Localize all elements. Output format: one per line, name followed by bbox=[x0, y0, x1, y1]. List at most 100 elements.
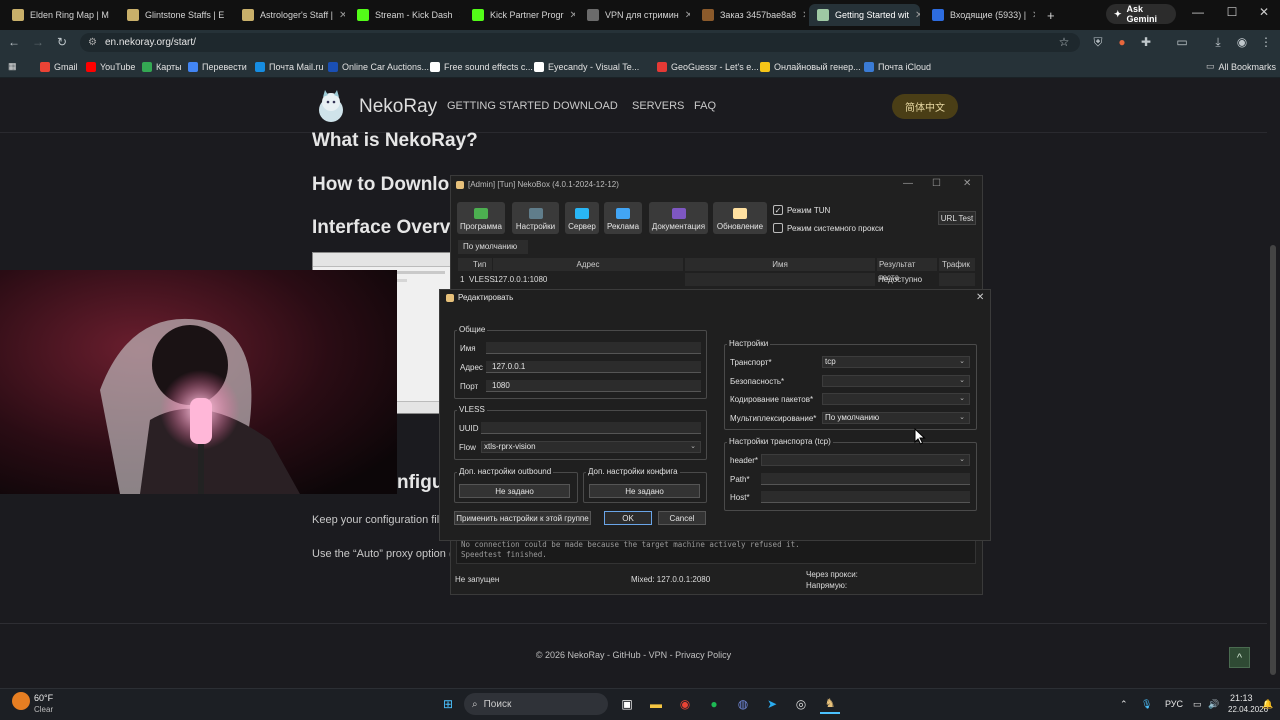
browser-tab[interactable]: Kick Partner Progr ✕ bbox=[464, 4, 575, 26]
tab-close-icon[interactable]: ✕ bbox=[459, 10, 460, 21]
input-language[interactable]: РУС bbox=[1165, 699, 1183, 709]
maximize-window-button[interactable]: ☐ bbox=[1222, 5, 1242, 19]
taskbar-search[interactable]: ⌕ Поиск bbox=[464, 693, 608, 715]
config-settings-button[interactable]: Не задано bbox=[589, 484, 700, 498]
obs-icon[interactable]: ◎ bbox=[791, 694, 811, 714]
column-address[interactable]: Адрес bbox=[493, 258, 683, 271]
nekoray-logo[interactable] bbox=[316, 88, 346, 124]
volume-icon[interactable]: 🔊 bbox=[1208, 699, 1219, 710]
flow-select[interactable]: xtls-rprx-vision ⌄ bbox=[481, 441, 701, 453]
log-output[interactable]: No connection could be made because the … bbox=[456, 537, 976, 564]
bookmark-item[interactable]: Почта iCloud bbox=[864, 60, 931, 73]
nav-faq[interactable]: FAQ bbox=[694, 100, 716, 112]
scrollbar-thumb[interactable] bbox=[1270, 245, 1276, 675]
ask-gemini-button[interactable]: ✦ Ask Gemini bbox=[1106, 4, 1176, 24]
nekobox-toolbar-button[interactable]: Настройки bbox=[512, 202, 559, 234]
clock-time[interactable]: 21:13 bbox=[1230, 693, 1253, 703]
bookmark-star-icon[interactable]: ☆ bbox=[1056, 35, 1072, 49]
bookmark-item[interactable]: YouTube bbox=[86, 60, 135, 73]
bookmark-item[interactable]: Онлайновый генер... bbox=[760, 60, 861, 73]
network-icon[interactable]: ▭ bbox=[1193, 699, 1202, 710]
discord-icon[interactable]: ◍ bbox=[733, 694, 753, 714]
nekobox-toolbar-button[interactable]: Программа bbox=[457, 202, 505, 234]
row-name[interactable] bbox=[685, 273, 875, 286]
site-name[interactable]: NekoRay bbox=[359, 96, 437, 118]
column-traffic[interactable]: Трафик bbox=[939, 258, 975, 271]
row-type[interactable]: VLESS bbox=[469, 273, 495, 286]
nekobox-taskbar-icon[interactable]: ♞ bbox=[820, 694, 840, 714]
name-input[interactable] bbox=[486, 342, 701, 354]
nekobox-toolbar-button[interactable]: Обновление bbox=[713, 202, 767, 234]
extension-shield-icon[interactable]: ⛨ bbox=[1090, 35, 1106, 50]
reload-icon[interactable]: ↻ bbox=[54, 35, 70, 49]
column-name[interactable]: Имя bbox=[685, 258, 875, 271]
tab-close-icon[interactable]: ✕ bbox=[570, 10, 575, 21]
site-info-icon[interactable]: ⚙ bbox=[88, 37, 97, 48]
file-explorer-icon[interactable]: ▬ bbox=[646, 694, 666, 714]
nekobox-close-button[interactable]: ✕ bbox=[963, 178, 971, 189]
tab-close-icon[interactable]: ✕ bbox=[1032, 10, 1035, 21]
weather-icon[interactable] bbox=[12, 692, 30, 710]
browser-tab[interactable]: Заказ 3457bae8a8 ✕ bbox=[694, 4, 805, 26]
new-tab-button[interactable]: + bbox=[1039, 4, 1061, 26]
spotify-icon[interactable]: ● bbox=[704, 694, 724, 714]
browser-tab[interactable]: VPN для стримин ✕ bbox=[579, 4, 690, 26]
header-select[interactable]: ⌄ bbox=[761, 454, 970, 466]
nekobox-toolbar-button[interactable]: Реклама bbox=[604, 202, 642, 234]
host-input[interactable] bbox=[761, 491, 970, 503]
weather-temperature[interactable]: 60°F bbox=[34, 693, 53, 703]
browser-tab[interactable]: Входящие (5933) | ✕ bbox=[924, 4, 1035, 26]
browser-tab[interactable]: Elden Ring Map | M✕ bbox=[4, 4, 115, 26]
port-input[interactable]: 1080 bbox=[486, 380, 701, 392]
footer-text[interactable]: © 2026 NekoRay - GitHub - VPN - Privacy … bbox=[0, 650, 1267, 660]
row-traffic[interactable] bbox=[939, 273, 975, 286]
bookmark-item[interactable]: Online Car Auctions... bbox=[328, 60, 429, 73]
bookmark-item[interactable]: Перевести bbox=[188, 60, 247, 73]
tray-overflow-icon[interactable]: ⌃ bbox=[1120, 699, 1128, 710]
nekobox-maximize-button[interactable]: ☐ bbox=[932, 178, 941, 189]
group-tab-default[interactable]: По умолчанию bbox=[458, 240, 528, 254]
tab-close-icon[interactable]: ✕ bbox=[915, 10, 920, 21]
system-proxy-checkbox[interactable]: Режим системного прокси bbox=[773, 223, 883, 233]
extensions-puzzle-icon[interactable]: ✚ bbox=[1138, 35, 1154, 49]
all-bookmarks-button[interactable]: ▭ All Bookmarks bbox=[1206, 60, 1276, 73]
browser-tab[interactable]: Glintstone Staffs | E✕ bbox=[119, 4, 230, 26]
cancel-button[interactable]: Cancel bbox=[658, 511, 706, 525]
browser-tab[interactable]: Astrologer's Staff | ✕ bbox=[234, 4, 345, 26]
browser-tab[interactable]: Getting Started wit ✕ bbox=[809, 4, 920, 26]
nekobox-minimize-button[interactable]: — bbox=[903, 178, 913, 189]
uuid-input[interactable] bbox=[481, 422, 701, 434]
nekobox-toolbar-button[interactable]: Сервер bbox=[565, 202, 599, 234]
column-test-result[interactable]: Результат теста bbox=[877, 258, 937, 282]
bookmark-item[interactable]: Free sound effects c... bbox=[430, 60, 533, 73]
notification-bell-icon[interactable]: 🔔 bbox=[1262, 699, 1273, 710]
close-window-button[interactable]: ✕ bbox=[1254, 5, 1274, 19]
path-input[interactable] bbox=[761, 473, 970, 485]
apply-to-group-button[interactable]: Применить настройки к этой группе bbox=[454, 511, 591, 525]
tab-close-icon[interactable]: ✕ bbox=[685, 10, 690, 21]
nav-servers[interactable]: SERVERS bbox=[632, 100, 684, 112]
bookmark-item[interactable]: GeoGuessr - Let's e... bbox=[657, 60, 759, 73]
telegram-icon[interactable]: ➤ bbox=[762, 694, 782, 714]
bookmark-item[interactable]: Eyecandy - Visual Te... bbox=[534, 60, 639, 73]
packet-encoding-select[interactable]: ⌄ bbox=[822, 393, 970, 405]
profile-avatar[interactable]: ◉ bbox=[1234, 35, 1250, 49]
menu-kebab-icon[interactable]: ⋮ bbox=[1258, 35, 1274, 49]
bookmark-item[interactable]: Почта Mail.ru bbox=[255, 60, 324, 73]
weather-description[interactable]: Clear bbox=[34, 705, 53, 714]
extension-icon[interactable]: ● bbox=[1114, 35, 1130, 49]
download-icon[interactable]: ⤓ bbox=[1210, 35, 1226, 50]
microphone-icon[interactable]: 🎙 bbox=[1141, 699, 1152, 710]
tab-close-icon[interactable]: ✕ bbox=[802, 10, 805, 21]
address-input[interactable]: 127.0.0.1 bbox=[486, 361, 701, 373]
tab-search-icon[interactable]: ▭ bbox=[1174, 35, 1190, 49]
transport-select[interactable]: tcp ⌄ bbox=[822, 356, 970, 368]
browser-tab[interactable]: Stream - Kick Dash ✕ bbox=[349, 4, 460, 26]
apps-grid-icon[interactable]: ▦ bbox=[8, 60, 17, 73]
scroll-to-top-button[interactable]: ^ bbox=[1229, 647, 1250, 668]
language-button[interactable]: 简体中文 bbox=[892, 94, 958, 119]
bookmark-item[interactable]: Gmail bbox=[40, 60, 78, 73]
dialog-close-button[interactable]: ✕ bbox=[976, 292, 984, 303]
multiplexing-select[interactable]: По умолчанию ⌄ bbox=[822, 412, 970, 424]
bookmark-item[interactable]: Карты bbox=[142, 60, 182, 73]
